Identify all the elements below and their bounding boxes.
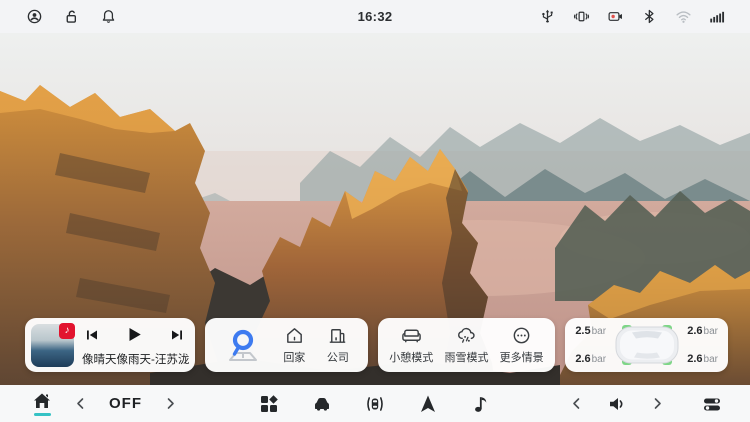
nav-company-label: 公司 (327, 349, 349, 365)
volume-down-button[interactable] (570, 397, 583, 410)
bluetooth-icon (641, 8, 658, 25)
navigation-arrow-icon[interactable] (418, 394, 438, 414)
more-ellipsis-icon (511, 325, 532, 346)
more-scenes-button[interactable]: 更多情景 (500, 325, 544, 365)
rain-snow-mode-label: 雨雪模式 (444, 349, 488, 365)
dock-left: OFF (32, 385, 177, 422)
usb-icon (539, 8, 556, 25)
navigation-widget: 回家 公司 (205, 318, 368, 372)
sofa-icon (401, 325, 422, 346)
control-center-icon[interactable] (702, 394, 722, 414)
netease-music-badge-icon: ♪ (59, 323, 75, 339)
next-track-button[interactable] (171, 329, 183, 341)
map-search-icon[interactable] (224, 327, 262, 363)
tire-rear-left: 2.6bar (575, 353, 606, 365)
app-grid-icon[interactable] (259, 394, 279, 414)
dock-center (259, 385, 491, 422)
rain-snow-mode-button[interactable]: 雨雪模式 (444, 325, 488, 365)
dock-right (570, 385, 722, 422)
tire-front-right: 2.6bar (687, 325, 718, 337)
home-icon (32, 391, 52, 411)
climate-temp-value[interactable]: OFF (109, 395, 142, 412)
cloud-rain-icon (456, 325, 477, 346)
status-bar-right (539, 8, 726, 25)
previous-track-button[interactable] (86, 329, 98, 341)
home-outline-icon (284, 325, 305, 346)
home-button[interactable] (32, 391, 52, 416)
home-active-indicator (34, 413, 51, 416)
widget-row: ♪ 像晴天像雨天-汪苏泷 (25, 318, 728, 372)
surround-view-icon[interactable] (365, 394, 385, 414)
tire-pressure-widget[interactable]: 2.5bar 2.6bar 2.6bar 2.6bar (565, 318, 728, 372)
music-widget-right: 像晴天像雨天-汪苏泷 (82, 324, 189, 367)
nap-mode-button[interactable]: 小憩模式 (389, 325, 433, 365)
play-button[interactable] (127, 327, 142, 342)
volume-icon[interactable] (607, 394, 627, 414)
wifi-icon (675, 8, 692, 25)
climate-temp-up-button[interactable] (164, 397, 177, 410)
office-building-icon (327, 325, 348, 346)
more-scenes-label: 更多情景 (500, 349, 544, 365)
music-controls (82, 325, 189, 345)
car-infotainment-home: 16:32 (0, 0, 750, 422)
nap-mode-label: 小憩模式 (389, 349, 433, 365)
signal-icon (709, 8, 726, 25)
tire-rear-right: 2.6bar (687, 353, 718, 365)
nav-home-shortcut[interactable]: 回家 (283, 325, 305, 365)
album-art[interactable]: ♪ (31, 324, 74, 367)
phone-vibrate-icon (573, 8, 590, 25)
tire-left-column: 2.5bar 2.6bar (575, 325, 606, 365)
car-app-icon[interactable] (312, 394, 332, 414)
volume-up-button[interactable] (651, 397, 664, 410)
nav-company-shortcut[interactable]: 公司 (327, 325, 349, 365)
recorder-icon (607, 8, 624, 25)
car-top-view (610, 324, 684, 366)
status-bar: 16:32 (0, 0, 750, 33)
dock: OFF (0, 385, 750, 422)
tire-front-left: 2.5bar (575, 325, 606, 337)
music-widget[interactable]: ♪ 像晴天像雨天-汪苏泷 (25, 318, 195, 372)
climate-temp-down-button[interactable] (74, 397, 87, 410)
music-note-icon[interactable] (471, 394, 491, 414)
tire-right-column: 2.6bar 2.6bar (687, 325, 718, 365)
song-title: 像晴天像雨天-汪苏泷 (82, 351, 189, 367)
scene-modes-widget: 小憩模式 雨雪模式 更多情景 (378, 318, 556, 372)
nav-home-label: 回家 (283, 349, 305, 365)
